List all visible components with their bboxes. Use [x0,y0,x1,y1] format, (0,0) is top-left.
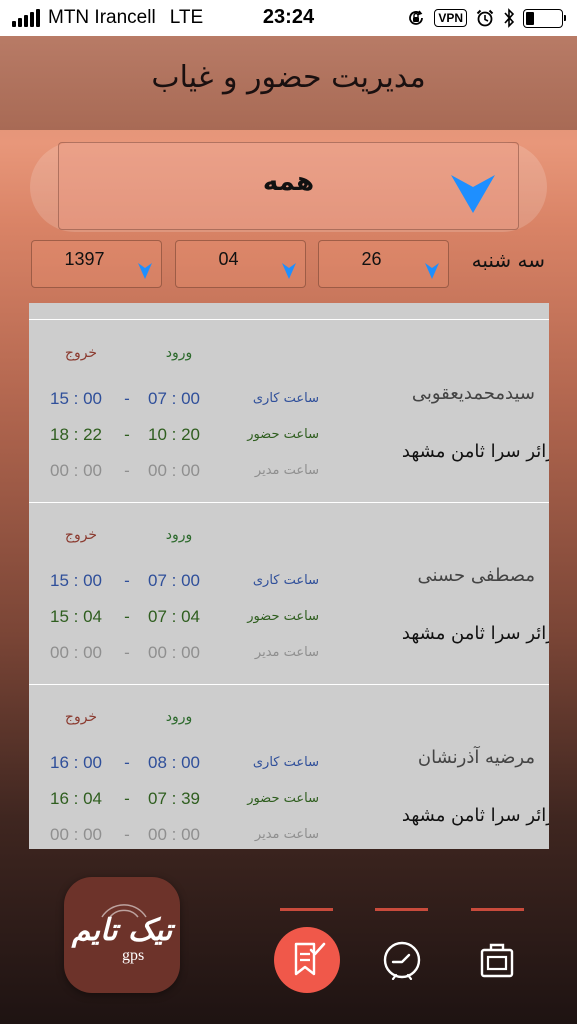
tab-indicator-attendance [280,908,333,911]
chevron-down-icon [282,263,296,279]
app-logo[interactable]: تیک تایم gps [64,877,180,993]
alarm-icon [476,9,494,27]
tab-indicator-clock [375,908,428,911]
entry-header: ورود [165,709,193,725]
work-exit-time: 16 : 00 [50,753,102,772]
separator-dash: - [124,571,130,590]
manager-hours-row: 00 : 00 - 00 : 00 ساعت مدیر [29,461,329,483]
month-value: 04 [218,249,239,269]
separator-dash: - [124,789,130,808]
separator-dash: - [124,607,130,626]
manager-exit-time: 00 : 00 [50,825,102,844]
employee-name: مصطفی حسنی [417,565,535,586]
manager-hours-row: 00 : 00 - 00 : 00 ساعت مدیر [29,825,329,847]
work-entry-time: 08 : 00 [148,753,200,772]
year-value: 1397 [64,249,105,269]
tab-indicator-work [471,908,524,911]
attendance-hours-label: ساعت حضور [247,609,319,624]
network-type: LTE [169,7,204,28]
work-exit-time: 15 : 00 [50,571,102,590]
exit-header: خروج [64,709,98,725]
status-right: VPN [406,8,566,28]
manager-exit-time: 00 : 00 [50,461,102,480]
page-title: مدیریت حضور و غیاب [151,60,426,95]
attendance-exit-time: 16 : 04 [50,789,102,808]
attendance-hours-label: ساعت حضور [247,427,319,442]
entry-header: ورود [165,527,193,543]
separator-dash: - [124,425,130,444]
work-entry-time: 07 : 00 [148,389,200,408]
tab-clock[interactable] [369,927,435,993]
weekday-label: سه شنبه [471,248,545,272]
work-hours-label: ساعت کاری [252,573,319,588]
attendance-exit-time: 15 : 04 [50,607,102,626]
separator-dash: - [124,461,130,480]
attendance-hours-row: 18 : 22 - 10 : 20 ساعت حضور [29,425,329,447]
employee-card[interactable]: خروج ورود 15 : 00 - 07 : 00 ساعت کاری 18… [29,321,549,503]
tab-attendance[interactable] [274,927,340,993]
work-hours-row: 15 : 00 - 07 : 00 ساعت کاری [29,571,329,593]
employee-card[interactable]: خروج ورود 15 : 00 - 07 : 00 ساعت کاری 15… [29,503,549,685]
separator-dash: - [124,825,130,844]
group-dropdown[interactable]: همه [58,142,519,230]
employee-name: سیدمحمدیعقوبی [411,383,535,404]
bluetooth-icon [504,8,515,28]
day-value: 26 [361,249,382,269]
logo-gps-text: gps [122,947,145,964]
bookmark-check-icon [294,942,326,976]
manager-entry-time: 00 : 00 [148,643,200,662]
day-select[interactable]: 26 [318,240,449,288]
tab-work[interactable] [464,927,530,993]
attendance-hours-row: 15 : 04 - 07 : 04 ساعت حضور [29,607,329,629]
month-select[interactable]: 04 [175,240,306,288]
separator-dash: - [124,643,130,662]
app-header: مدیریت حضور و غیاب [0,36,577,130]
attendance-list[interactable]: خروج ورود 15 : 00 - 07 : 00 ساعت کاری 18… [29,303,549,849]
exit-header: خروج [64,527,98,543]
chevron-down-icon [425,263,439,279]
work-exit-time: 15 : 00 [50,389,102,408]
logo-text: تیک تایم [71,913,174,948]
signal-strength-icon [12,9,40,27]
attendance-hours-label: ساعت حضور [247,791,319,806]
status-bar: MTN Irancell LTE 23:24 VPN [0,0,577,36]
employee-card[interactable]: خروج ورود 16 : 00 - 08 : 00 ساعت کاری 16… [29,685,549,849]
attendance-entry-time: 07 : 39 [148,789,200,808]
work-entry-time: 07 : 00 [148,571,200,590]
carrier-name: MTN Irancell [48,7,156,28]
clock-icon [383,941,421,980]
attendance-entry-time: 07 : 04 [148,607,200,626]
employee-organization: زائر سرا ثامن مشهد [401,441,549,462]
manager-entry-time: 00 : 00 [148,461,200,480]
attendance-exit-time: 18 : 22 [50,425,102,444]
entry-header: ورود [165,345,193,361]
work-hours-label: ساعت کاری [252,391,319,406]
manager-hours-label: ساعت مدیر [254,827,319,842]
chevron-down-icon [138,263,152,279]
rotation-lock-icon [409,10,424,25]
attendance-entry-time: 10 : 20 [148,425,200,444]
work-hours-row: 15 : 00 - 07 : 00 ساعت کاری [29,389,329,411]
manager-hours-label: ساعت مدیر [254,463,319,478]
work-hours-row: 16 : 00 - 08 : 00 ساعت کاری [29,753,329,775]
chevron-down-icon [451,175,495,213]
employee-name: مرضیه آذرنشان [417,747,535,768]
separator-dash: - [124,389,130,408]
battery-icon [523,8,566,28]
employee-organization: زائر سرا ثامن مشهد [401,623,549,644]
status-left: MTN Irancell LTE [12,7,203,29]
manager-hours-row: 00 : 00 - 00 : 00 ساعت مدیر [29,643,329,665]
year-select[interactable]: 1397 [31,240,162,288]
attendance-hours-row: 16 : 04 - 07 : 39 ساعت حضور [29,789,329,811]
manager-exit-time: 00 : 00 [50,643,102,662]
manager-hours-label: ساعت مدیر [254,645,319,660]
list-top-divider [29,303,549,320]
briefcase-icon [480,943,514,978]
manager-entry-time: 00 : 00 [148,825,200,844]
work-hours-label: ساعت کاری [252,755,319,770]
exit-header: خروج [64,345,98,361]
employee-organization: زائر سرا ثامن مشهد [401,805,549,826]
vpn-badge: VPN [434,9,467,27]
separator-dash: - [124,753,130,772]
